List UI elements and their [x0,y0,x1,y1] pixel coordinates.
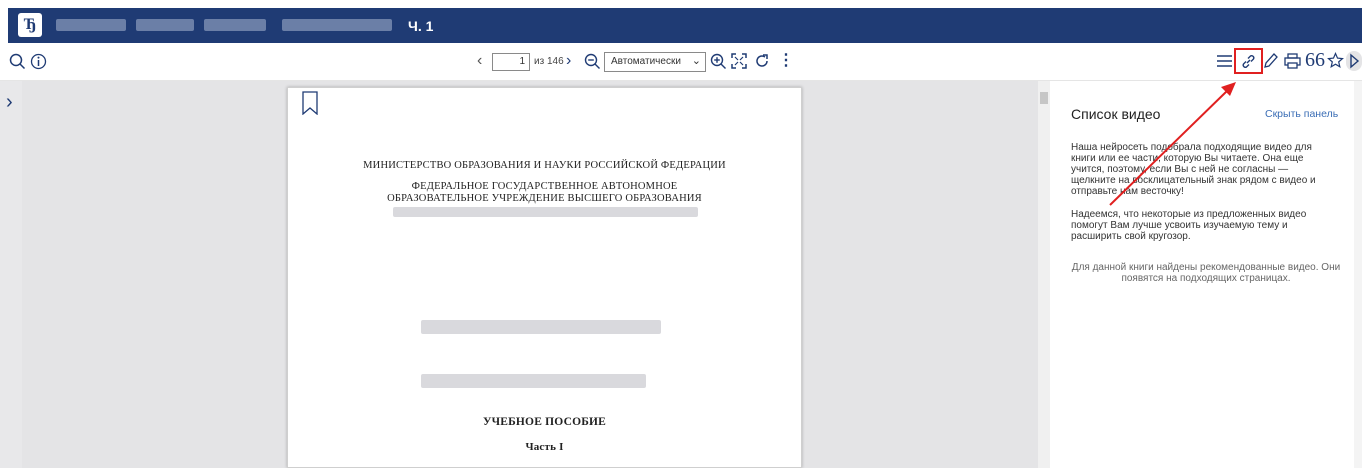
panel-edge [1354,81,1362,468]
zoom-out-icon[interactable] [584,53,601,70]
part-label: Часть I [525,441,564,453]
quote-icon[interactable]: 66 [1305,50,1325,70]
panel-status-note: Для данной книги найдены рекомендованные… [1071,262,1341,284]
pen-icon[interactable] [1264,53,1278,70]
book-part-title: Ч. 1 [408,18,434,34]
panel-hope-text: Надеемся, что некоторые из предложенных … [1071,209,1307,242]
fullscreen-icon[interactable] [731,53,747,69]
institution-line-1: ФЕДЕРАЛЬНОЕ ГОСУДАРСТВЕННОЕ АВТОНОМНОЕ [411,181,678,192]
search-icon[interactable] [9,53,26,70]
blurred-university-name [393,207,698,217]
hide-panel-link[interactable]: Скрыть панель [1265,108,1338,120]
blurred-authors [421,320,661,334]
institution-line-2: ОБРАЗОВАТЕЛЬНОЕ УЧРЕЖДЕНИЕ ВЫСШЕГО ОБРАЗ… [387,193,702,204]
star-icon[interactable] [1327,52,1344,69]
page-number-input[interactable]: 1 [492,53,530,71]
zoom-select-value: Автоматически [611,56,681,67]
zoom-select[interactable]: Автоматически ⌄ [604,52,706,72]
panel-toggle-icon[interactable] [1346,51,1362,71]
panel-intro-text: Наша нейросеть подобрала подходящие виде… [1071,142,1316,197]
document-type-heading: УЧЕБНОЕ ПОСОБИЕ [482,416,607,428]
zoom-in-icon[interactable] [710,53,727,70]
more-icon[interactable]: ⋮ [778,52,794,70]
panel-title: Список видео [1071,106,1161,122]
rotate-icon[interactable] [754,53,770,69]
scrollbar-thumb[interactable] [1040,92,1048,104]
chevron-right-icon[interactable]: › [566,52,571,70]
top-header: Ђ Ч. 1 [8,8,1362,43]
blurred-title-segment [56,19,126,31]
chevron-down-icon: ⌄ [691,55,701,67]
toc-icon[interactable] [1216,53,1233,69]
blurred-title-segment [136,19,194,31]
reader-toolbar: ‹ 1 из 146 › Автоматически ⌄ ⋮ 66 [0,43,1362,81]
print-icon[interactable] [1284,53,1301,69]
left-sidebar-strip: › [0,81,22,468]
video-panel: Список видео Скрыть панель Наша нейросет… [1050,81,1362,468]
chevron-left-icon[interactable]: ‹ [477,52,482,70]
blurred-book-title [421,374,646,388]
blurred-title-segment [282,19,392,31]
blurred-title-segment [204,19,266,31]
scrollbar[interactable] [1038,81,1050,468]
ministry-line: МИНИСТЕРСТВО ОБРАЗОВАНИЯ И НАУКИ РОССИЙС… [363,160,726,171]
info-icon[interactable] [30,53,47,70]
page-count-label: из 146 [534,56,564,67]
logo-glyph-icon: Ђ [23,16,37,33]
bookmark-icon[interactable] [302,91,318,115]
highlight-box [1234,48,1263,74]
document-page: МИНИСТЕРСТВО ОБРАЗОВАНИЯ И НАУКИ РОССИЙС… [287,87,802,468]
expand-sidebar-icon[interactable]: › [6,91,13,114]
logo[interactable]: Ђ [18,13,42,37]
